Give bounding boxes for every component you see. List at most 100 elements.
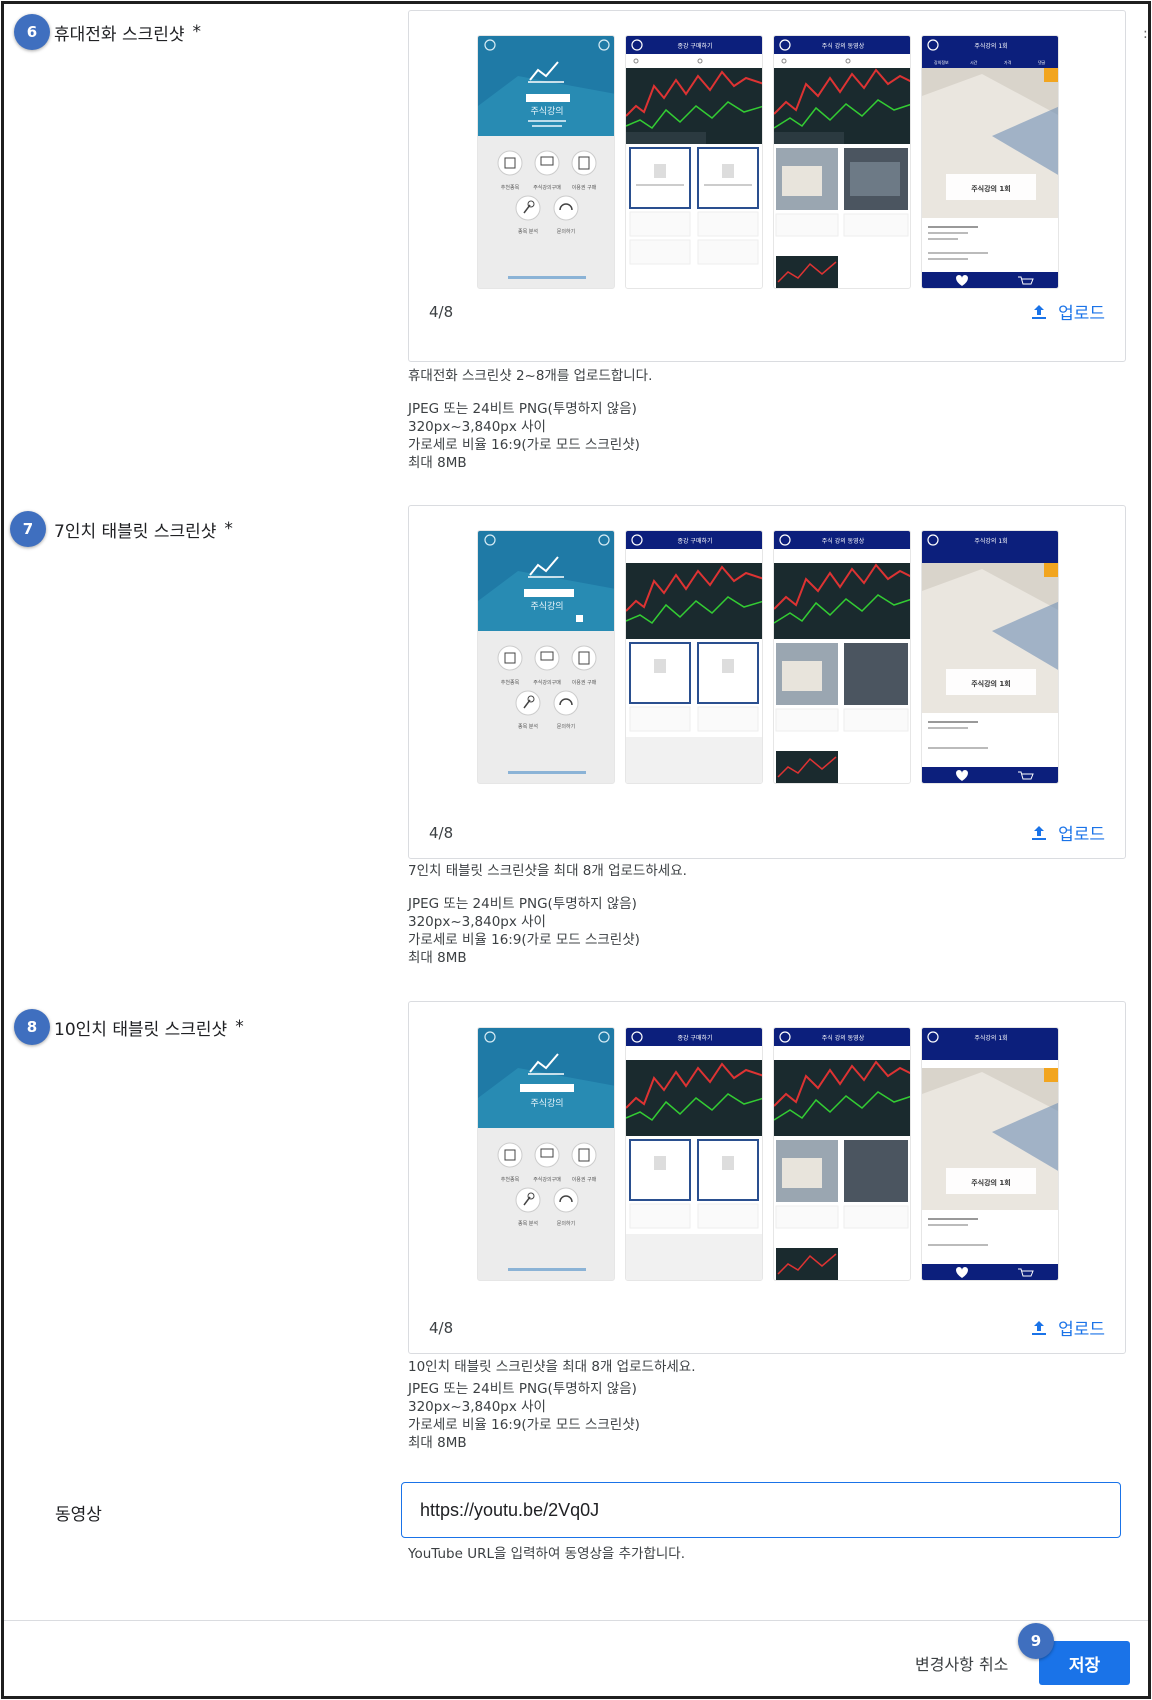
screen-header: 주식강의 1회 (974, 42, 1007, 50)
upload-button[interactable]: 업로드 (1030, 1315, 1105, 1340)
svg-text:종강 구매하기: 종강 구매하기 (677, 1034, 712, 1042)
screenshot-3[interactable]: 주식 강의 동영상 (773, 530, 911, 784)
help-line: 320px~3,840px 사이 (408, 914, 546, 930)
help-line: JPEG 또는 24비트 PNG(투명하지 않음) (408, 401, 637, 417)
video-url-input[interactable] (401, 1482, 1121, 1538)
video-label: 동영상 (55, 1500, 102, 1525)
svg-text:주식강의구매: 주식강의구매 (533, 1176, 561, 1183)
app-lecture-detail-screenshot: 주식강의 1회 강의정보 시간 가격 댓글 주식강의 1회 (922, 36, 1058, 288)
svg-text:주식강의구매: 주식강의구매 (533, 679, 561, 686)
svg-text:종목 분석: 종목 분석 (518, 723, 538, 730)
upload-button[interactable]: 업로드 (1030, 299, 1105, 324)
help-line: 320px~3,840px 사이 (408, 1399, 546, 1415)
screenshot-1[interactable]: 주식강의 추천종목 주식강의구매 이용권 구매 종목 분석 문의하기 (477, 530, 615, 784)
svg-text:문의하기: 문의하기 (557, 723, 575, 730)
phone-screenshot-card: 주식강의 추천종목 주식강의구매 이용권 구매 종목 분석 문의하기 종강 구매… (408, 10, 1126, 362)
help-line: JPEG 또는 24비트 PNG(투명하지 않음) (408, 1381, 637, 1397)
help-title: 7인치 태블릿 스크린샷을 최대 8개 업로드하세요. (408, 863, 687, 879)
field-label: 7인치 태블릿 스크린샷 (54, 521, 217, 542)
tablet10-screenshot-help: 10인치 태블릿 스크린샷을 최대 8개 업로드하세요. JPEG 또는 24비… (408, 1358, 696, 1452)
app-purchase-screenshot: 종강 구매하기 (626, 531, 762, 783)
required-mark: * (235, 1017, 244, 1037)
screenshot-2[interactable]: 종강 구매하기 (625, 35, 763, 289)
svg-text:이용권 구매: 이용권 구매 (572, 1176, 597, 1183)
step-badge: 8 (14, 1009, 50, 1045)
phone-screenshots-label: 6 휴대전화 스크린샷 * (14, 14, 201, 50)
screenshot-strip: 주식강의 추천종목 주식강의구매 이용권 구매 종목 분석 문의하기 종강 구매… (477, 35, 1059, 289)
step-badge: 6 (14, 14, 50, 50)
upload-label: 업로드 (1058, 825, 1105, 845)
tablet7-screenshots-label: 7 7인치 태블릿 스크린샷 * (10, 511, 233, 547)
svg-text:주식강의 1회: 주식강의 1회 (971, 679, 1011, 688)
help-title: 휴대전화 스크린샷 2~8개를 업로드합니다. (408, 368, 653, 384)
svg-text:문의하기: 문의하기 (557, 1220, 575, 1227)
app-home-screenshot: 주식강의 추천종목 주식강의구매 이용권 구매 종목 분석 문의하기 (478, 531, 614, 774)
screenshot-3[interactable]: 주식 강의 동영상 (773, 35, 911, 289)
app-purchase-screenshot: 종강 구매하기 (626, 1028, 762, 1280)
menu-item-label: 문의하기 (557, 228, 575, 235)
svg-text:종목 분석: 종목 분석 (518, 1220, 538, 1227)
screenshot-2[interactable]: 종강 구매하기 (625, 1027, 763, 1281)
screen-header: 종강 구매하기 (677, 42, 712, 50)
app-home-screenshot: 주식강의 추천종목 주식강의구매 이용권 구매 종목 분석 문의하기 (478, 36, 614, 279)
svg-text:강의정보: 강의정보 (934, 59, 949, 65)
help-line: JPEG 또는 24비트 PNG(투명하지 않음) (408, 896, 637, 912)
svg-text:추천종목: 추천종목 (501, 1176, 520, 1183)
screenshot-4[interactable]: 주식강의 1회 주식강의 1회 (921, 1027, 1059, 1281)
svg-text:댓글: 댓글 (1038, 59, 1046, 65)
svg-text:종강 구매하기: 종강 구매하기 (677, 537, 712, 545)
upload-button[interactable]: 업로드 (1030, 820, 1105, 845)
svg-text:주식 강의 동영상: 주식 강의 동영상 (822, 537, 865, 545)
scroll-edge-mark: : (1143, 26, 1148, 42)
app-title: 주식강의 (530, 106, 563, 117)
svg-text:주식강의 1회: 주식강의 1회 (974, 537, 1007, 545)
menu-item-label: 추천종목 (501, 184, 520, 191)
app-video-screenshot: 주식 강의 동영상 (774, 36, 910, 288)
menu-item-label: 이용권 구매 (572, 184, 597, 191)
help-title: 10인치 태블릿 스크린샷을 최대 8개 업로드하세요. (408, 1359, 696, 1375)
footer-divider (4, 1620, 1148, 1621)
menu-item-label: 주식강의구매 (533, 184, 561, 191)
app-lecture-detail-screenshot: 주식강의 1회 주식강의 1회 (922, 531, 1058, 783)
screenshot-strip: 주식강의 추천종목 주식강의구매 이용권 구매 종목 분석 문의하기 종강 구매… (477, 1027, 1059, 1281)
lecture-card-title: 주식강의 1회 (971, 184, 1011, 193)
help-line: 320px~3,840px 사이 (408, 419, 546, 435)
screenshot-1[interactable]: 주식강의 추천종목 주식강의구매 이용권 구매 종목 분석 문의하기 (477, 35, 615, 289)
svg-text:주식강의 1회: 주식강의 1회 (974, 1034, 1007, 1042)
screenshot-4[interactable]: 주식강의 1회 강의정보 시간 가격 댓글 주식강의 1회 (921, 35, 1059, 289)
required-mark: * (224, 519, 233, 539)
required-mark: * (192, 22, 202, 42)
upload-label: 업로드 (1058, 304, 1105, 324)
svg-text:시간: 시간 (970, 59, 978, 65)
upload-icon (1032, 304, 1047, 319)
upload-icon (1032, 825, 1047, 840)
discard-changes-button[interactable]: 변경사항 취소 (915, 1651, 1008, 1675)
screenshot-4[interactable]: 주식강의 1회 주식강의 1회 (921, 530, 1059, 784)
field-label: 10인치 태블릿 스크린샷 (54, 1019, 228, 1040)
help-line: 가로세로 비율 16:9(가로 모드 스크린샷) (408, 932, 640, 948)
help-line: 최대 8MB (408, 455, 467, 471)
app-video-screenshot: 주식 강의 동영상 (774, 1028, 910, 1280)
svg-text:주식 강의 동영상: 주식 강의 동영상 (822, 1034, 865, 1042)
help-line: 최대 8MB (408, 1435, 467, 1451)
screenshot-3[interactable]: 주식 강의 동영상 (773, 1027, 911, 1281)
app-purchase-screenshot: 종강 구매하기 (626, 36, 762, 265)
field-label: 휴대전화 스크린샷 (54, 24, 185, 45)
svg-text:주식강의: 주식강의 (530, 601, 563, 612)
upload-icon (1032, 1320, 1047, 1335)
screenshot-1[interactable]: 주식강의 추천종목 주식강의구매 이용권 구매 종목 분석 문의하기 (477, 1027, 615, 1281)
svg-text:주식강의 1회: 주식강의 1회 (971, 1178, 1011, 1187)
step-badge: 7 (10, 511, 46, 547)
tablet10-screenshots-label: 8 10인치 태블릿 스크린샷 * (14, 1009, 244, 1045)
help-line: 가로세로 비율 16:9(가로 모드 스크린샷) (408, 1417, 640, 1433)
app-home-screenshot: 주식강의 추천종목 주식강의구매 이용권 구매 종목 분석 문의하기 (478, 1028, 614, 1271)
upload-label: 업로드 (1058, 1320, 1105, 1340)
screenshot-2[interactable]: 종강 구매하기 (625, 530, 763, 784)
screenshot-strip: 주식강의 추천종목 주식강의구매 이용권 구매 종목 분석 문의하기 종강 구매… (477, 530, 1059, 784)
video-help: YouTube URL을 입력하여 동영상을 추가합니다. (408, 1546, 686, 1562)
help-line: 가로세로 비율 16:9(가로 모드 스크린샷) (408, 437, 640, 453)
app-lecture-detail-screenshot: 주식강의 1회 주식강의 1회 (922, 1028, 1058, 1280)
tablet7-screenshot-help: 7인치 태블릿 스크린샷을 최대 8개 업로드하세요. JPEG 또는 24비트… (408, 862, 687, 967)
tablet7-screenshot-card: 주식강의 추천종목 주식강의구매 이용권 구매 종목 분석 문의하기 종강 구매… (408, 505, 1126, 859)
svg-text:가격: 가격 (1004, 59, 1012, 65)
